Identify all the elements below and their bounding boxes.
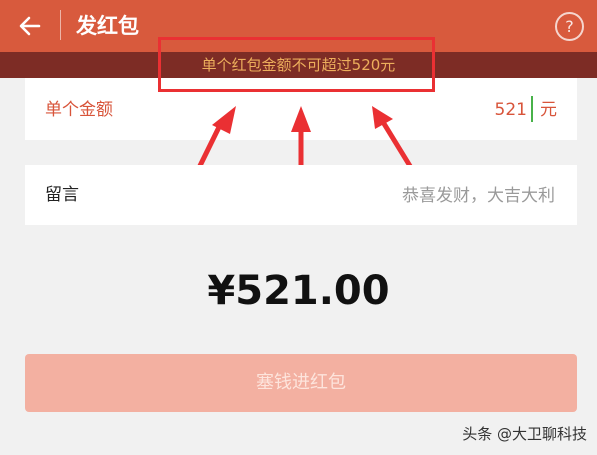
amount-input-value[interactable]: 521 [495,99,527,121]
text-cursor [531,96,533,122]
submit-button-label: 塞钱进红包 [256,372,346,393]
amount-label: 单个金额 [45,100,113,120]
amount-unit: 元 [540,100,557,120]
back-button[interactable] [12,8,48,44]
page-title: 发红包 [76,14,139,38]
message-label: 留言 [45,185,79,205]
watermark: 头条 @大卫聊科技 [462,425,587,443]
help-circle-icon[interactable]: ? [555,12,584,41]
message-input[interactable] [273,181,557,211]
submit-button[interactable]: 塞钱进红包 [25,354,577,412]
total-amount: ¥521.00 [207,268,390,314]
header-divider [60,10,61,40]
back-arrow-icon [19,16,41,36]
annotation-highlight-box [158,37,435,92]
message-field[interactable]: 留言 [25,165,577,225]
